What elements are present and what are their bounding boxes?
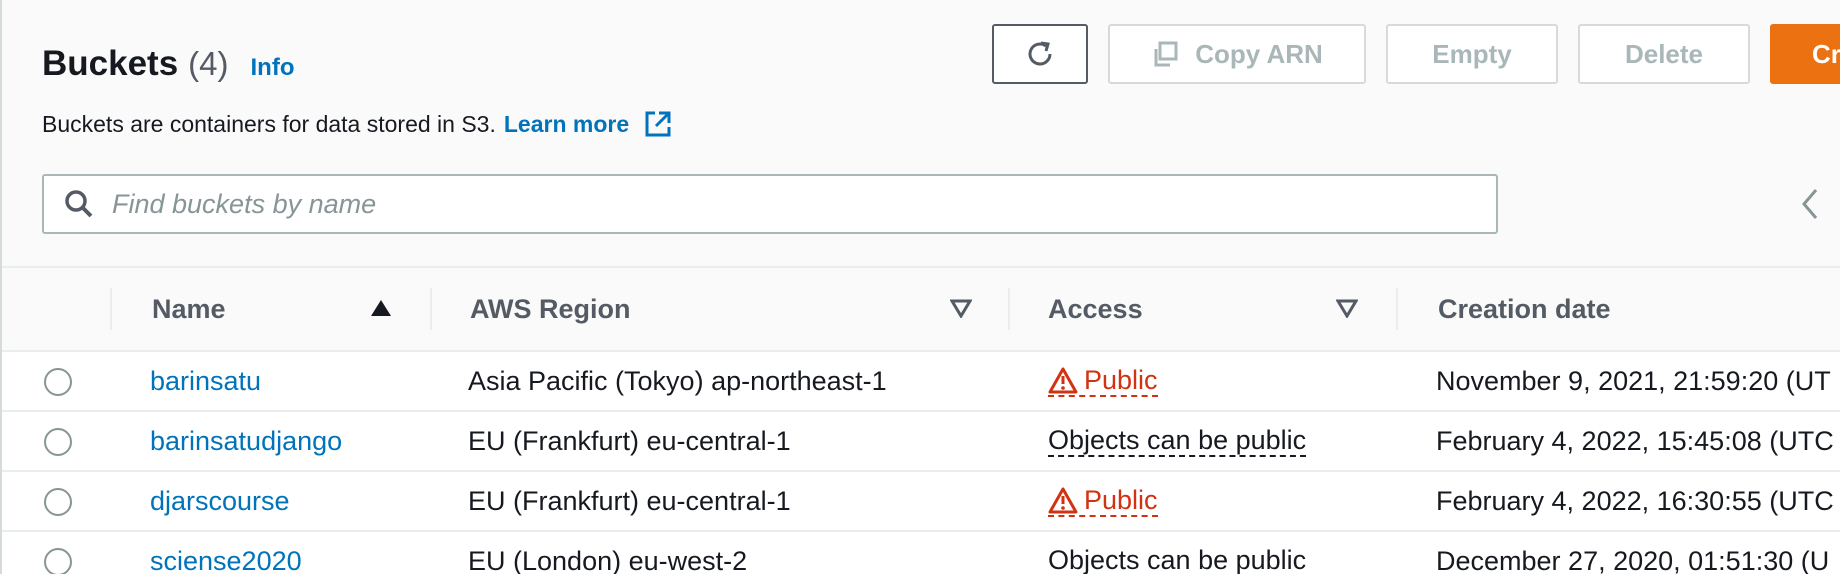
search-icon — [64, 189, 94, 219]
column-header-access[interactable]: Access — [1048, 268, 1143, 350]
table-row[interactable]: barinsatudjango EU (Frankfurt) eu-centra… — [2, 412, 1840, 472]
bucket-name-link[interactable]: sciense2020 — [150, 546, 302, 574]
table-row[interactable]: barinsatu Asia Pacific (Tokyo) ap-northe… — [2, 352, 1840, 412]
access-status-public[interactable]: Public — [1048, 365, 1158, 397]
bucket-creation-date: February 4, 2022, 16:30:55 (UTC — [1436, 485, 1834, 516]
access-label: Public — [1084, 365, 1158, 395]
empty-button[interactable]: Empty — [1386, 24, 1558, 84]
bucket-region: Asia Pacific (Tokyo) ap-northeast-1 — [468, 365, 887, 396]
copy-arn-button[interactable]: Copy ARN — [1108, 24, 1366, 84]
copy-icon — [1151, 40, 1179, 68]
row-select-radio[interactable] — [44, 368, 72, 396]
bucket-region: EU (Frankfurt) eu-central-1 — [468, 425, 791, 456]
access-status-objects-public[interactable]: Objects can be public — [1048, 545, 1306, 574]
access-label: Public — [1084, 485, 1158, 515]
row-select-radio[interactable] — [44, 428, 72, 456]
column-header-name[interactable]: Name — [152, 268, 226, 350]
column-header-region[interactable]: AWS Region — [470, 268, 631, 350]
column-divider — [1008, 288, 1010, 330]
warning-icon — [1048, 486, 1078, 514]
bucket-name-link[interactable]: barinsatu — [150, 366, 261, 397]
row-select-radio[interactable] — [44, 488, 72, 516]
column-header-access-label: Access — [1048, 293, 1143, 324]
access-status-public[interactable]: Public — [1048, 485, 1158, 517]
column-header-name-label: Name — [152, 293, 226, 324]
info-link[interactable]: Info — [251, 54, 295, 82]
refresh-icon — [1023, 37, 1057, 71]
column-header-created[interactable]: Creation date — [1438, 268, 1611, 350]
table-row[interactable]: djarscourse EU (Frankfurt) eu-central-1 … — [2, 472, 1840, 532]
learn-more-link[interactable]: Learn more — [504, 111, 629, 138]
create-bucket-button[interactable]: Cr — [1770, 24, 1840, 84]
bucket-creation-date: February 4, 2022, 15:45:08 (UTC — [1436, 425, 1834, 456]
search-input[interactable] — [112, 188, 1412, 220]
column-divider — [110, 288, 112, 330]
column-divider — [430, 288, 432, 330]
bucket-count: (4) — [188, 45, 229, 82]
access-status-objects-public[interactable]: Objects can be public — [1048, 425, 1307, 457]
bucket-region: EU (Frankfurt) eu-central-1 — [468, 485, 791, 516]
column-header-created-label: Creation date — [1438, 293, 1611, 324]
bucket-region: EU (London) eu-west-2 — [468, 545, 748, 574]
warning-icon — [1048, 366, 1078, 394]
buckets-table: Name AWS Region Access Creation date bar… — [2, 266, 1840, 574]
refresh-button[interactable] — [992, 24, 1088, 84]
sort-ascending-icon[interactable] — [370, 298, 392, 318]
bucket-name-link[interactable]: barinsatudjango — [150, 426, 342, 457]
table-header: Name AWS Region Access Creation date — [2, 266, 1840, 352]
copy-arn-label: Copy ARN — [1195, 38, 1323, 69]
row-select-radio[interactable] — [44, 548, 72, 574]
page-title: Buckets — [42, 44, 179, 83]
bucket-name-link[interactable]: djarscourse — [150, 486, 290, 517]
table-row[interactable]: sciense2020 EU (London) eu-west-2 Object… — [2, 532, 1840, 574]
delete-button[interactable]: Delete — [1578, 24, 1750, 84]
sort-descending-icon[interactable] — [950, 298, 972, 318]
external-link-icon[interactable] — [643, 109, 673, 139]
pagination-previous-icon[interactable] — [1796, 186, 1826, 222]
column-divider — [1396, 288, 1398, 330]
search-box[interactable] — [42, 174, 1498, 234]
page-description: Buckets are containers for data stored i… — [42, 109, 673, 139]
sort-descending-icon[interactable] — [1336, 298, 1358, 318]
description-text: Buckets are containers for data stored i… — [42, 110, 496, 137]
column-header-region-label: AWS Region — [470, 293, 631, 324]
bucket-creation-date: November 9, 2021, 21:59:20 (UT — [1436, 365, 1831, 396]
bucket-creation-date: December 27, 2020, 01:51:30 (U — [1436, 545, 1830, 574]
page-header: Buckets (4) Info — [42, 44, 295, 84]
